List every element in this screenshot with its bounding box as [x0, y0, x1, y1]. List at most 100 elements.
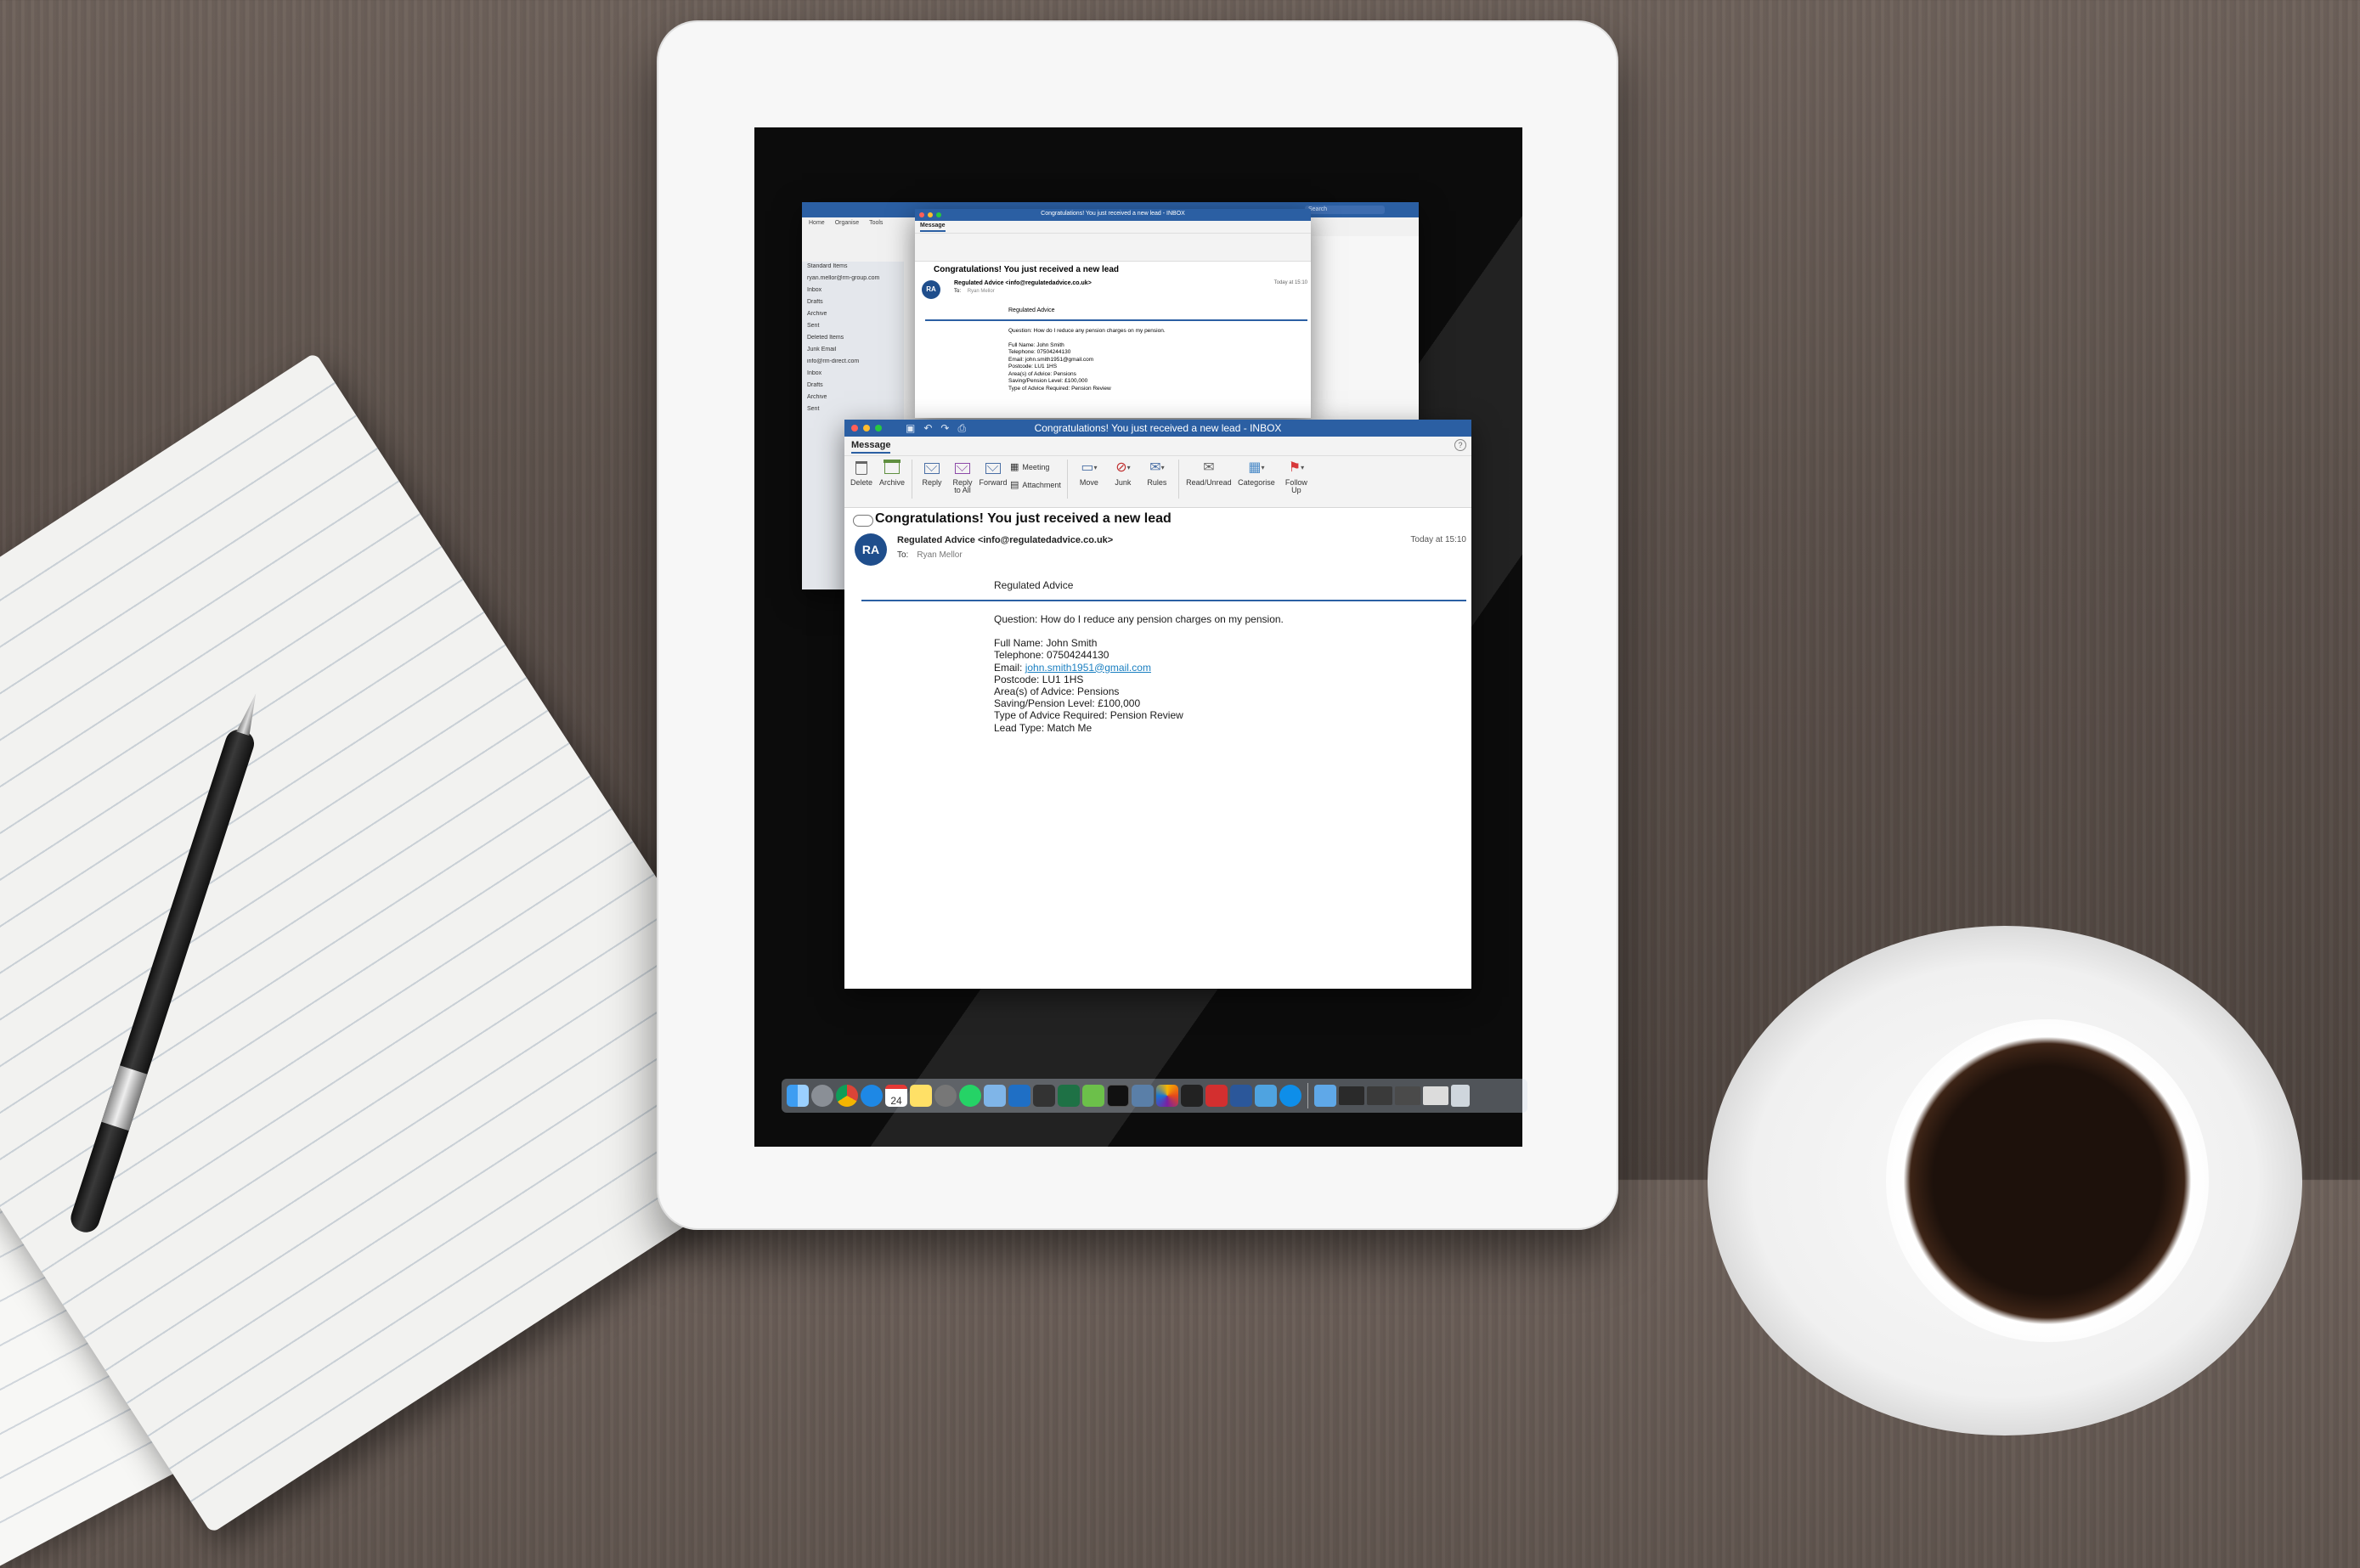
meeting-attachment-stack: ▦ Meeting ▤ Attachment	[1010, 461, 1061, 490]
delete-button[interactable]: Delete	[848, 460, 875, 487]
back-titlebar: Congratulations! You just received a new…	[915, 209, 1311, 221]
tab-message[interactable]: Message	[851, 440, 891, 454]
calendar-icon[interactable]: 24	[885, 1085, 907, 1107]
window-titlebar: ▣ ↶ ↷ ⎙ Congratulations! You just receiv…	[844, 420, 1471, 437]
window1-icon[interactable]	[1339, 1086, 1364, 1105]
back-line: Type of Advice Required: Pension Review	[1008, 385, 1111, 392]
categorise-button[interactable]: ▦Categorise	[1236, 460, 1277, 487]
folder-icon[interactable]	[1314, 1085, 1336, 1107]
lead-type-line: Lead Type: Match Me	[994, 721, 1092, 734]
window3-icon[interactable]	[1395, 1086, 1420, 1105]
back-brand-line	[925, 319, 1307, 321]
sidebar-item[interactable]: Archive	[807, 311, 899, 321]
forward-label: Forward	[979, 478, 1008, 487]
back-tab-message[interactable]: Message	[920, 223, 946, 232]
reply-all-icon	[955, 462, 970, 474]
move-label: Move	[1079, 478, 1098, 487]
acrobat-icon[interactable]	[1205, 1085, 1228, 1107]
safari-icon[interactable]	[861, 1085, 883, 1107]
junk-button[interactable]: ⊘Junk	[1108, 460, 1138, 487]
sidebar-item[interactable]: Sent	[807, 323, 899, 333]
email-link[interactable]: john.smith1951@gmail.com	[1025, 662, 1151, 674]
message-window-back: Congratulations! You just received a new…	[915, 209, 1311, 418]
sidebar-item[interactable]: Junk Email	[807, 347, 899, 357]
subject-row: Congratulations! You just received a new…	[844, 508, 1471, 533]
tab-home[interactable]: Home	[809, 220, 825, 232]
trash-icon[interactable]	[1451, 1085, 1470, 1107]
sidebar-item[interactable]: Drafts	[807, 382, 899, 392]
system-preferences-icon[interactable]	[934, 1085, 957, 1107]
back-body: Regulated Advice Question: How do I redu…	[915, 304, 1311, 406]
reply-button[interactable]: Reply	[918, 460, 946, 487]
back-brand: Regulated Advice	[1008, 307, 1055, 313]
forward-button[interactable]: Forward	[979, 460, 1008, 487]
junk-icon: ⊘	[1115, 460, 1132, 477]
sidebar-item[interactable]: Standard Items	[807, 263, 899, 274]
sidebar-item[interactable]: Inbox	[807, 287, 899, 297]
sidebar-item[interactable]: info@rm-direct.com	[807, 358, 899, 369]
help-icon[interactable]: ?	[1454, 439, 1466, 451]
move-button[interactable]: ▭Move	[1074, 460, 1104, 487]
rules-icon: ✉	[1149, 460, 1166, 477]
word-icon[interactable]	[1230, 1085, 1252, 1107]
follow-up-button[interactable]: ⚑Follow Up	[1280, 460, 1313, 495]
sidebar-item[interactable]: ryan.mellor@rm-group.com	[807, 275, 899, 285]
ribbon-tabs: Message ?	[844, 437, 1471, 456]
finder-icon[interactable]	[787, 1085, 809, 1107]
sketch-icon[interactable]	[1156, 1085, 1178, 1107]
email-header: RA Regulated Advice <info@regulatedadvic…	[844, 533, 1471, 571]
activity-icon[interactable]	[1181, 1085, 1203, 1107]
reply-all-label: Reply to All	[952, 478, 973, 495]
message-window: ▣ ↶ ↷ ⎙ Congratulations! You just receiv…	[844, 420, 1471, 989]
reply-all-button[interactable]: Reply to All	[949, 460, 976, 495]
launchpad-icon[interactable]	[811, 1085, 833, 1107]
window2-icon[interactable]	[1367, 1086, 1392, 1105]
dock: 24	[782, 1079, 1527, 1113]
sender[interactable]: Regulated Advice <info@regulatedadvice.c…	[897, 535, 1113, 545]
categorise-label: Categorise	[1238, 478, 1275, 487]
photos-icon[interactable]	[1132, 1085, 1154, 1107]
ribbon-separator	[1066, 460, 1068, 499]
main-search-field[interactable]: Search	[1305, 206, 1385, 214]
whatsapp-icon[interactable]	[959, 1085, 981, 1107]
teamviewer-icon[interactable]	[1279, 1085, 1301, 1107]
meeting-button[interactable]: ▦ Meeting	[1010, 461, 1061, 472]
read-unread-button[interactable]: ✉ Read/Unread	[1185, 460, 1233, 487]
coffee-cup	[1886, 1019, 2209, 1342]
read-unread-label: Read/Unread	[1186, 478, 1232, 487]
attachment-button[interactable]: ▤ Attachment	[1010, 479, 1061, 490]
sidebar-item[interactable]: Inbox	[807, 370, 899, 381]
tab-organise[interactable]: Organise	[835, 220, 859, 232]
photos2-icon[interactable]	[1255, 1085, 1277, 1107]
rules-button[interactable]: ✉Rules	[1142, 460, 1172, 487]
calculator-icon[interactable]	[1033, 1085, 1055, 1107]
back-time: Today at 15:10	[1273, 280, 1307, 285]
back-avatar: RA	[922, 280, 940, 299]
sidebar-item[interactable]: Deleted Items	[807, 335, 899, 345]
window4-icon[interactable]	[1423, 1086, 1448, 1105]
meeting-icon: ▦	[1010, 462, 1019, 472]
meeting-label: Meeting	[1022, 462, 1050, 471]
lead-details: Question: How do I reduce any pension ch…	[994, 613, 1284, 734]
terminal-icon[interactable]	[1107, 1085, 1129, 1107]
sidebar-item[interactable]: Sent	[807, 406, 899, 416]
chrome-icon[interactable]	[836, 1085, 858, 1107]
areas-line: Area(s) of Advice: Pensions	[994, 685, 1120, 698]
outlook-icon[interactable]	[1008, 1085, 1030, 1107]
sidebar-item[interactable]: Archive	[807, 394, 899, 404]
to-name[interactable]: Ryan Mellor	[917, 550, 962, 560]
sidebar-item[interactable]: Drafts	[807, 299, 899, 309]
archive-button[interactable]: Archive	[878, 460, 906, 487]
ribbon-separator	[1177, 460, 1179, 499]
back-line: Email: john.smith1951@gmail.com	[1008, 356, 1094, 363]
preview-icon[interactable]	[984, 1085, 1006, 1107]
maps-icon[interactable]	[1082, 1085, 1104, 1107]
excel-icon[interactable]	[1058, 1085, 1080, 1107]
tab-tools[interactable]: Tools	[869, 220, 883, 232]
archive-label: Archive	[878, 478, 905, 487]
saving-line: Saving/Pension Level: £100,000	[994, 697, 1141, 710]
trash-icon	[855, 461, 867, 475]
back-to-label: To:	[954, 289, 962, 294]
delete-label: Delete	[850, 478, 872, 487]
notes-icon[interactable]	[910, 1085, 932, 1107]
